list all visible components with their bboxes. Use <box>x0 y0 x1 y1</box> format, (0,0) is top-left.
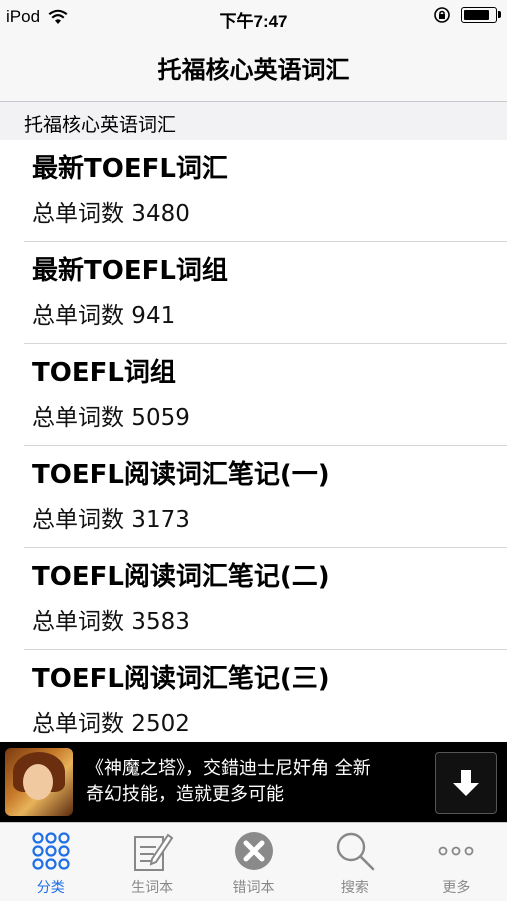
list-item[interactable]: TOEFL词组 总单词数 5059 <box>24 344 507 446</box>
section-title: 托福核心英语词汇 <box>24 114 177 136</box>
tab-search[interactable]: 搜索 <box>304 823 405 901</box>
tab-more[interactable]: 更多 <box>406 823 507 901</box>
tab-wrong-words[interactable]: 错词本 <box>203 823 304 901</box>
page-title: 托福核心英语词汇 <box>157 56 350 84</box>
ad-game-icon[interactable] <box>5 748 73 816</box>
list-item-word-count: 总单词数 3480 <box>32 201 190 227</box>
list-item[interactable]: TOEFL阅读词汇笔记(三) 总单词数 2502 <box>24 650 507 752</box>
battery-icon <box>461 7 501 23</box>
download-button[interactable] <box>435 752 497 814</box>
list-item[interactable]: TOEFL阅读词汇笔记(二) 总单词数 3583 <box>24 548 507 650</box>
tab-label: 生词本 <box>131 880 174 896</box>
tab-label: 搜索 <box>340 880 369 896</box>
tab-label: 错词本 <box>232 880 275 896</box>
ad-text[interactable]: 《神魔之塔》，交錯迪士尼奸角 全新 奇幻技能，造就更多可能 <box>86 756 426 808</box>
ad-text-line1: 《神魔之塔》，交錯迪士尼奸角 全新 <box>86 758 371 779</box>
status-right <box>433 6 501 24</box>
list-item-word-count: 总单词数 941 <box>32 303 176 329</box>
list-item-word-count: 总单词数 2502 <box>32 711 190 737</box>
close-circle-icon <box>232 829 276 873</box>
grid-dots-icon <box>29 829 73 873</box>
vocabulary-list: 最新TOEFL词汇 总单词数 3480 最新TOEFL词组 总单词数 941 T… <box>0 140 507 752</box>
list-item-word-count: 总单词数 5059 <box>32 405 190 431</box>
ad-banner[interactable]: 《神魔之塔》，交錯迪士尼奸角 全新 奇幻技能，造就更多可能 <box>0 742 507 822</box>
tab-new-words[interactable]: 生词本 <box>101 823 202 901</box>
tab-label: 分类 <box>36 880 65 896</box>
list-item-title: TOEFL词组 <box>32 358 176 388</box>
tab-label: 更多 <box>442 880 471 896</box>
list-item-word-count: 总单词数 3583 <box>32 609 190 635</box>
status-bar: iPod 下午7:47 <box>0 0 507 34</box>
list-item-title: TOEFL阅读词汇笔记(二) <box>32 562 330 592</box>
more-dots-icon <box>434 829 478 873</box>
tab-bar: 分类 生词本 错词本 搜索 更多 <box>0 822 507 901</box>
battery-fill <box>464 10 490 20</box>
status-time: 下午7:47 <box>219 12 288 31</box>
search-icon <box>333 829 377 873</box>
ad-text-line2: 奇幻技能，造就更多可能 <box>86 784 284 805</box>
download-arrow-icon <box>453 770 479 796</box>
list-item-title: TOEFL阅读词汇笔记(一) <box>32 460 330 490</box>
list-item[interactable]: TOEFL阅读词汇笔记(一) 总单词数 3173 <box>24 446 507 548</box>
notebook-pen-icon <box>130 829 174 873</box>
list-item-title: TOEFL阅读词汇笔记(三) <box>32 664 330 694</box>
list-item[interactable]: 最新TOEFL词组 总单词数 941 <box>24 242 507 344</box>
ad-icon-face <box>23 764 53 800</box>
list-item[interactable]: 最新TOEFL词汇 总单词数 3480 <box>24 140 507 242</box>
tab-category[interactable]: 分类 <box>0 823 101 901</box>
list-item-title: 最新TOEFL词汇 <box>32 154 228 184</box>
navigation-bar: 托福核心英语词汇 <box>0 34 507 102</box>
list-item-word-count: 总单词数 3173 <box>32 507 190 533</box>
orientation-lock-icon <box>434 7 450 23</box>
list-item-title: 最新TOEFL词组 <box>32 256 228 286</box>
section-header: 托福核心英语词汇 <box>0 102 507 140</box>
